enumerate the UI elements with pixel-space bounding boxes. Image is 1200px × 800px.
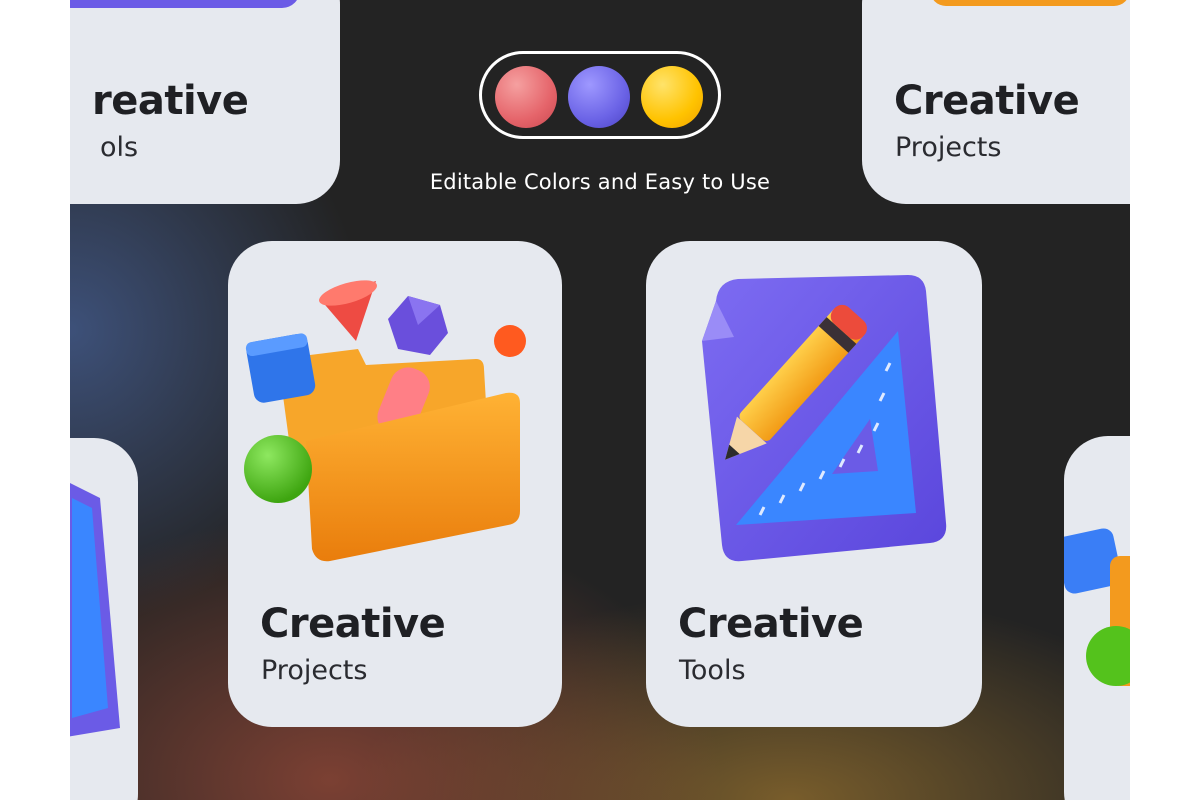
purple-paper-icon bbox=[70, 483, 120, 737]
creative-tools-card-partial: reative ols bbox=[70, 0, 340, 204]
card-partial-right bbox=[1064, 436, 1130, 800]
shapes-icon bbox=[1064, 528, 1130, 686]
card-title: Creative bbox=[894, 78, 1080, 124]
red-swatch[interactable] bbox=[495, 66, 557, 128]
pencil-ruler-icon bbox=[702, 275, 947, 562]
purple-swatch[interactable] bbox=[568, 66, 630, 128]
card-title: Creative bbox=[260, 601, 446, 647]
creative-projects-card-partial: Creative Projects bbox=[862, 0, 1130, 204]
canvas: reative ols Creative Projects Editable C… bbox=[70, 0, 1130, 800]
folder-icon bbox=[933, 0, 1127, 6]
card-title: Creative bbox=[678, 601, 864, 647]
purple-paper-icon bbox=[70, 0, 297, 8]
card-title: reative bbox=[92, 78, 249, 124]
yellow-swatch[interactable] bbox=[641, 66, 703, 128]
card-partial-left bbox=[70, 438, 138, 800]
card-subtitle: Projects bbox=[261, 655, 368, 686]
color-swatch-pill bbox=[479, 51, 721, 139]
card-subtitle: Projects bbox=[895, 132, 1002, 163]
creative-tools-card[interactable]: Creative Tools bbox=[646, 241, 982, 727]
caption: Editable Colors and Easy to Use bbox=[429, 170, 771, 194]
folder-icon bbox=[244, 280, 526, 562]
card-subtitle: Tools bbox=[679, 655, 746, 686]
creative-projects-card[interactable]: Creative Projects bbox=[228, 241, 562, 727]
card-subtitle: ols bbox=[100, 132, 139, 163]
